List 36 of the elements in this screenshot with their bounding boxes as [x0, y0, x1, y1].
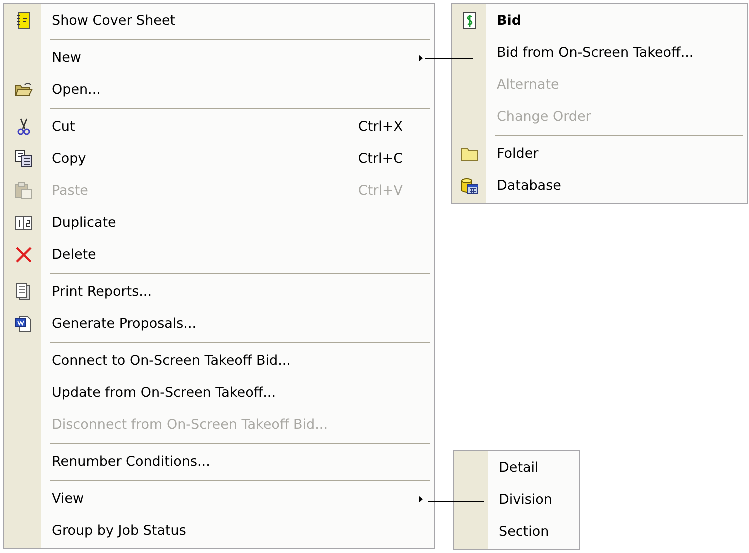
menu-item[interactable]: View [42, 491, 84, 507]
folder-open-icon [14, 81, 32, 99]
menu-item[interactable]: Group by Job Status [42, 523, 186, 539]
shortcut-text: Ctrl+V [358, 183, 404, 199]
menu-item[interactable]: Renumber Conditions... [42, 454, 210, 470]
money-document-icon [461, 12, 479, 30]
menu-item[interactable]: Delete [42, 247, 96, 263]
menu-item[interactable]: New [42, 50, 82, 66]
menu-item[interactable]: Bid [487, 13, 522, 29]
menu-item[interactable]: Folder [487, 146, 539, 162]
menu-item[interactable]: Bid from On-Screen Takeoff... [487, 45, 694, 61]
menu-item[interactable]: Show Cover Sheet [42, 13, 176, 29]
menu-item[interactable]: Section [489, 524, 550, 540]
leader-line [425, 58, 473, 59]
database-icon [461, 177, 479, 195]
menu-item[interactable]: Database [487, 178, 562, 194]
shortcut-text: Ctrl+X [358, 119, 404, 135]
shortcut-text: Ctrl+C [358, 151, 404, 167]
copy-icon [14, 150, 32, 168]
menu-item[interactable]: Generate Proposals... [42, 316, 197, 332]
menu-item[interactable]: Connect to On-Screen Takeoff Bid... [42, 353, 291, 369]
clipboard-icon [14, 182, 32, 200]
menu-item[interactable]: Duplicate [42, 215, 116, 231]
menu-item[interactable]: Detail [489, 460, 539, 476]
leader-line [428, 501, 484, 502]
menu-item[interactable]: Cut [42, 119, 76, 135]
delete-icon [14, 246, 32, 264]
menu-item[interactable]: Print Reports... [42, 284, 152, 300]
notepad-icon [14, 12, 32, 30]
menu-item[interactable]: Update from On-Screen Takeoff... [42, 385, 276, 401]
duplicate-icon [14, 214, 32, 232]
document-icon [14, 315, 32, 333]
reports-icon [14, 283, 32, 301]
menu-item[interactable]: Open... [42, 82, 101, 98]
menu-item[interactable]: Copy [42, 151, 86, 167]
menu-item[interactable]: Division [489, 492, 552, 508]
